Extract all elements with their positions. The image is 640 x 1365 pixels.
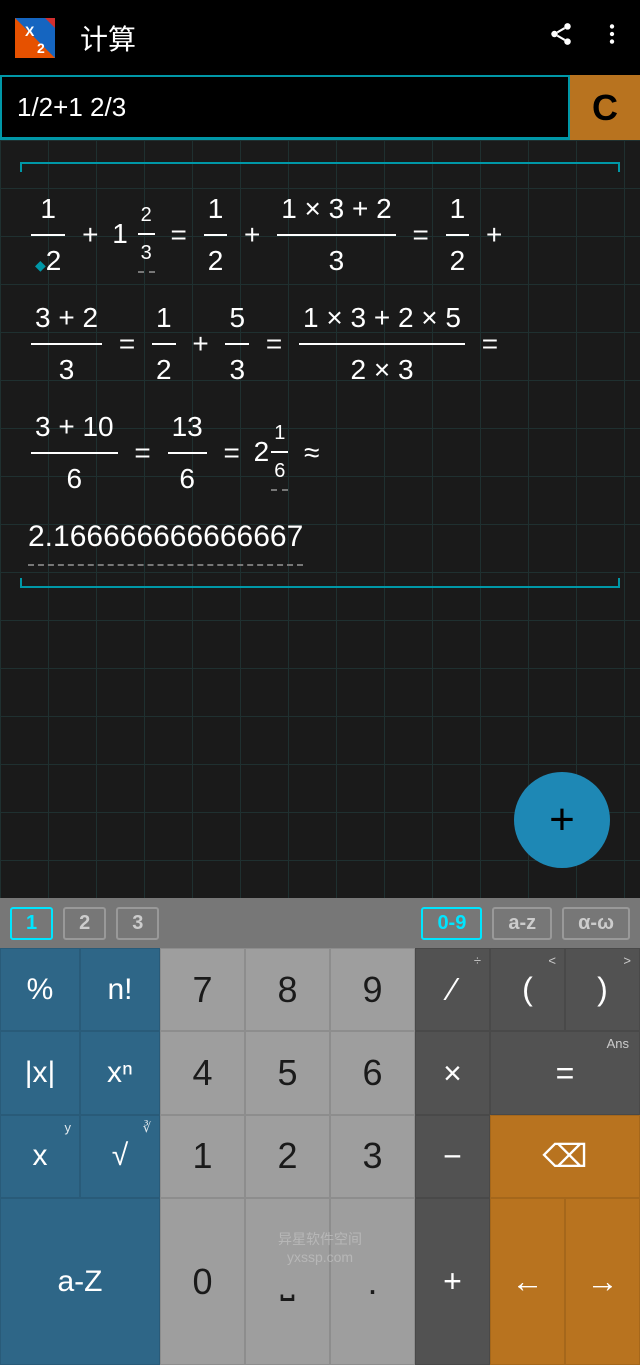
- expression-input[interactable]: 1/2+1 2/3: [0, 75, 570, 140]
- key-x[interactable]: xy: [0, 1115, 80, 1198]
- key-space[interactable]: ⎵: [245, 1198, 330, 1365]
- key-4[interactable]: 4: [160, 1031, 245, 1114]
- tab-page-3[interactable]: 3: [116, 907, 159, 940]
- key-5[interactable]: 5: [245, 1031, 330, 1114]
- app-icon: X2: [15, 18, 55, 58]
- key-multiply[interactable]: ×: [415, 1031, 490, 1114]
- tab-page-2[interactable]: 2: [63, 907, 106, 940]
- key-2[interactable]: 2: [245, 1115, 330, 1198]
- key-0[interactable]: 0: [160, 1198, 245, 1365]
- key-9[interactable]: 9: [330, 948, 415, 1031]
- key-dot[interactable]: .: [330, 1198, 415, 1365]
- tab-mode-greek[interactable]: α-ω: [562, 907, 630, 940]
- key-abs[interactable]: |x|: [0, 1031, 80, 1114]
- key-percent[interactable]: %: [0, 948, 80, 1031]
- tab-mode-numeric[interactable]: 0-9: [421, 907, 482, 940]
- key-factorial[interactable]: n!: [80, 948, 160, 1031]
- key-1[interactable]: 1: [160, 1115, 245, 1198]
- key-subtract[interactable]: −: [415, 1115, 490, 1198]
- page-title: 计算: [80, 18, 523, 58]
- svg-text:X: X: [25, 23, 35, 39]
- add-fab[interactable]: +: [514, 772, 610, 868]
- key-3[interactable]: 3: [330, 1115, 415, 1198]
- clear-button[interactable]: C: [570, 75, 640, 140]
- key-6[interactable]: 6: [330, 1031, 415, 1114]
- tab-page-1[interactable]: 1: [10, 907, 53, 940]
- key-divide[interactable]: ∕÷: [415, 948, 490, 1031]
- key-8[interactable]: 8: [245, 948, 330, 1031]
- share-icon[interactable]: [548, 21, 574, 54]
- key-sqrt[interactable]: √∛: [80, 1115, 160, 1198]
- key-7[interactable]: 7: [160, 948, 245, 1031]
- keyboard-tabs: 1 2 3 0-9 a-z α-ω: [0, 898, 640, 948]
- key-cursor-right[interactable]: →: [565, 1198, 640, 1365]
- key-rparen[interactable]: )>: [565, 948, 640, 1031]
- key-lparen[interactable]: (<: [490, 948, 565, 1031]
- key-backspace[interactable]: ⌫: [490, 1115, 640, 1198]
- more-icon[interactable]: [599, 21, 625, 54]
- tab-mode-alpha[interactable]: a-z: [492, 907, 552, 940]
- svg-text:2: 2: [37, 40, 45, 56]
- key-cursor-left[interactable]: ←: [490, 1198, 565, 1365]
- math-display: 1◆2 + 1 23 = 12 + 1 × 3 + 23 = 12 + 3 + …: [0, 140, 640, 898]
- key-alpha-toggle[interactable]: a-Z: [0, 1198, 160, 1365]
- key-add[interactable]: +: [415, 1198, 490, 1365]
- key-equals[interactable]: =Ans: [490, 1031, 640, 1114]
- key-power[interactable]: xⁿ: [80, 1031, 160, 1114]
